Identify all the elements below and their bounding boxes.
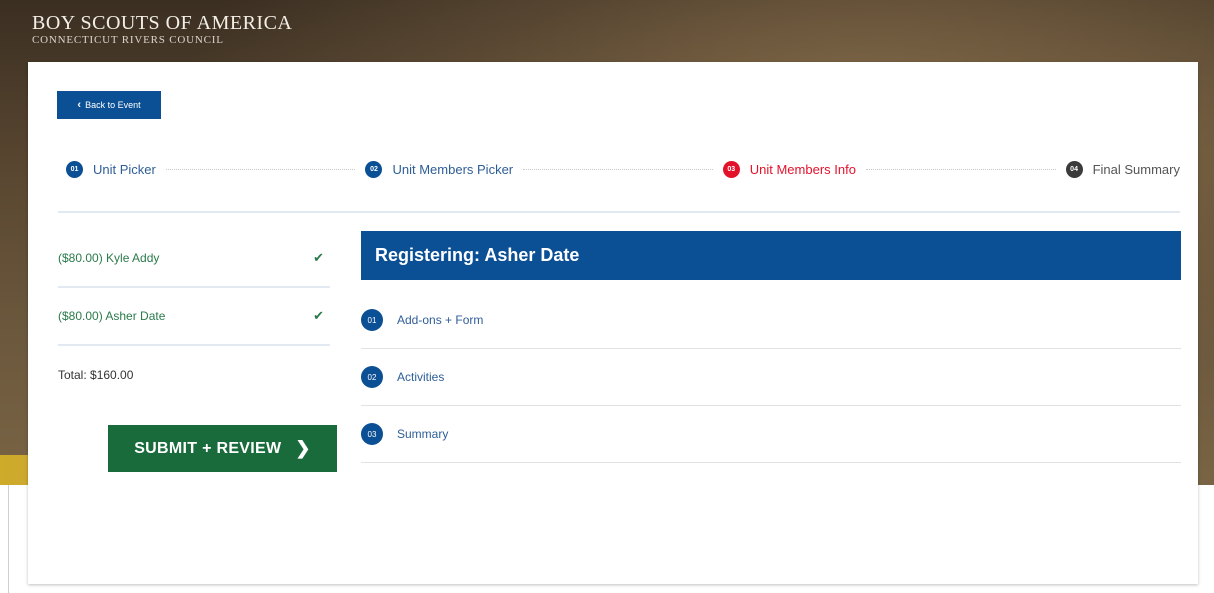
step-unit-picker[interactable]: 01 Unit Picker xyxy=(66,160,156,178)
substep-add-ons-form[interactable]: 01 Add-ons + Form xyxy=(361,292,1181,349)
step-number-badge: 03 xyxy=(722,160,740,178)
member-item-kyle-addy[interactable]: ($80.00) Kyle Addy ✔ xyxy=(58,230,330,288)
member-label: ($80.00) Kyle Addy xyxy=(58,251,160,265)
substep-number-badge: 02 xyxy=(361,366,383,388)
registration-card: ‹ Back to Event 01 Unit Picker 02 Unit M… xyxy=(28,62,1198,584)
section-divider xyxy=(58,211,1180,213)
check-icon: ✔ xyxy=(313,250,324,265)
total-amount: Total: $160.00 xyxy=(58,368,134,382)
chevron-right-icon: ❯ xyxy=(295,438,311,458)
brand-title: BOY SCOUTS OF AMERICA xyxy=(32,12,293,34)
step-final-summary[interactable]: 04 Final Summary xyxy=(1065,160,1180,178)
back-to-event-label: Back to Event xyxy=(85,100,141,110)
brand-logo[interactable]: BOY SCOUTS OF AMERICA CONNECTICUT RIVERS… xyxy=(32,12,292,47)
chevron-left-icon: ‹ xyxy=(77,98,82,111)
substep-label: Add-ons + Form xyxy=(397,313,484,327)
step-connector xyxy=(165,168,356,170)
substep-number-badge: 01 xyxy=(361,309,383,331)
step-number-badge: 02 xyxy=(365,160,383,178)
step-unit-members-picker[interactable]: 02 Unit Members Picker xyxy=(365,160,514,178)
submit-review-button[interactable]: SUBMIT + REVIEW ❯ xyxy=(108,425,337,472)
left-divider xyxy=(8,485,9,593)
back-to-event-button[interactable]: ‹ Back to Event xyxy=(57,91,161,119)
step-connector xyxy=(523,168,713,170)
substep-label: Summary xyxy=(397,427,449,441)
registering-title: Registering: Asher Date xyxy=(375,245,580,265)
step-label: Unit Picker xyxy=(93,161,156,177)
substep-number-badge: 03 xyxy=(361,423,383,445)
step-connector xyxy=(865,168,1056,170)
submit-review-label: SUBMIT + REVIEW xyxy=(134,439,282,457)
step-unit-members-info[interactable]: 03 Unit Members Info xyxy=(722,160,856,178)
step-label: Unit Members Picker xyxy=(392,161,514,177)
member-item-asher-date[interactable]: ($80.00) Asher Date ✔ xyxy=(58,288,330,346)
step-number-badge: 04 xyxy=(1065,160,1083,178)
step-label: Unit Members Info xyxy=(749,161,856,177)
member-label: ($80.00) Asher Date xyxy=(58,309,166,323)
substep-summary[interactable]: 03 Summary xyxy=(361,406,1181,463)
registering-header: Registering: Asher Date xyxy=(361,231,1181,280)
check-icon: ✔ xyxy=(313,308,324,323)
progress-steps: 01 Unit Picker 02 Unit Members Picker 03… xyxy=(66,158,1180,180)
step-number-badge: 01 xyxy=(66,160,83,178)
substep-activities[interactable]: 02 Activities xyxy=(361,349,1181,406)
substep-label: Activities xyxy=(397,370,445,384)
step-label: Final Summary xyxy=(1092,161,1180,177)
brand-subtitle: CONNECTICUT RIVERS COUNCIL xyxy=(32,34,224,46)
